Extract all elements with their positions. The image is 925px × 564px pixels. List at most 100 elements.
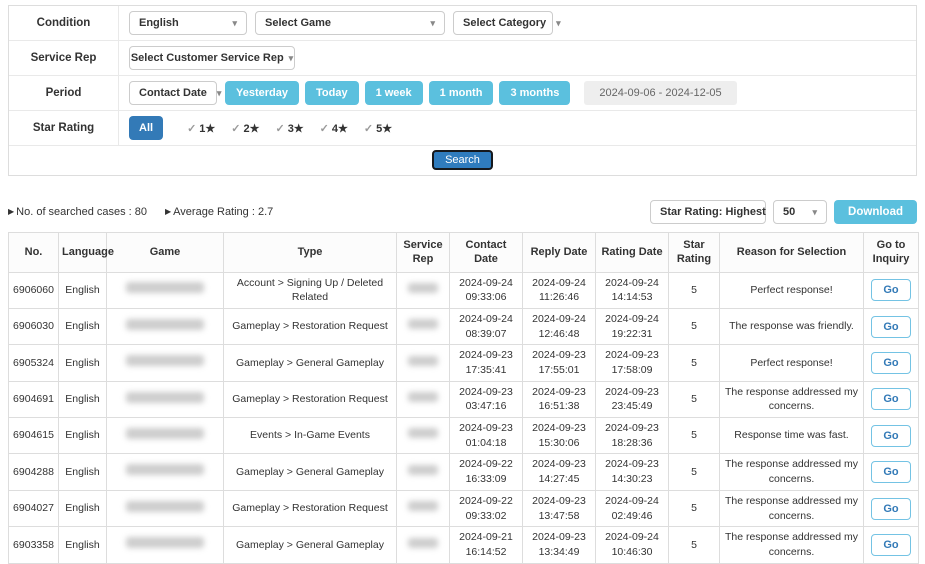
star-option-label: 5★ (376, 122, 392, 135)
go-cell: Go (864, 527, 919, 563)
star-rating-checkbox[interactable]: ✓3★ (275, 122, 303, 135)
column-header: Type (224, 233, 397, 273)
checkbox-check-icon: ✓ (320, 122, 329, 135)
period-preset-button[interactable]: 3 months (499, 81, 570, 105)
reply-date-cell: 2024-09-2411:26:46 (523, 272, 596, 308)
table-row: 6906060EnglishAccount > Signing Up / Del… (9, 272, 919, 308)
table-row: 6905324EnglishGameplay > General Gamepla… (9, 345, 919, 381)
contact-date-cell: 2024-09-2209:33:02 (450, 490, 523, 526)
time-line: 16:14:52 (454, 545, 518, 560)
go-cell: Go (864, 454, 919, 490)
go-to-inquiry-button[interactable]: Go (871, 316, 910, 338)
go-to-inquiry-button[interactable]: Go (871, 352, 910, 374)
column-header: Go to Inquiry (864, 233, 919, 273)
star-rating-cell: 5 (669, 490, 720, 526)
service-rep-row: Service Rep Select Customer Service Rep (9, 41, 916, 76)
star-rating-cell: 5 (669, 527, 720, 563)
date-line: 2024-09-22 (454, 457, 518, 472)
star-rating-checkbox[interactable]: ✓2★ (231, 122, 259, 135)
period-preset-button[interactable]: 1 month (429, 81, 494, 105)
type-cell: Gameplay > General Gameplay (224, 527, 397, 563)
date-line: 2024-09-23 (527, 385, 591, 400)
time-line: 14:27:45 (527, 472, 591, 487)
contact-date-cell: 2024-09-2303:47:16 (450, 381, 523, 417)
download-button[interactable]: Download (834, 200, 917, 224)
period-label: Period (9, 76, 119, 110)
reply-date-cell: 2024-09-2313:47:58 (523, 490, 596, 526)
date-line: 2024-09-24 (454, 312, 518, 327)
redacted-game-name (126, 537, 204, 548)
checkbox-check-icon: ✓ (275, 122, 284, 135)
inquiry-no-cell: 6906030 (9, 308, 59, 344)
go-to-inquiry-button[interactable]: Go (871, 534, 910, 556)
date-line: 2024-09-23 (600, 457, 664, 472)
star-rating-row: Star Rating All ✓1★✓2★✓3★✓4★✓5★ (9, 111, 916, 146)
language-select[interactable]: English (129, 11, 247, 35)
go-to-inquiry-button[interactable]: Go (871, 388, 910, 410)
go-cell: Go (864, 308, 919, 344)
star-rating-checkbox[interactable]: ✓4★ (320, 122, 348, 135)
redacted-service-rep-name (408, 538, 438, 548)
date-line: 2024-09-23 (527, 457, 591, 472)
game-select[interactable]: Select Game (255, 11, 445, 35)
go-cell: Go (864, 345, 919, 381)
date-type-select-value: Contact Date (139, 87, 207, 99)
type-cell: Gameplay > Restoration Request (224, 490, 397, 526)
sort-select[interactable]: Star Rating: Highest (650, 200, 766, 224)
table-row: 6904288EnglishGameplay > General Gamepla… (9, 454, 919, 490)
period-content: Contact Date YesterdayToday1 week1 month… (119, 76, 916, 110)
time-line: 11:26:46 (527, 290, 591, 305)
star-rating-cell: 5 (669, 418, 720, 454)
period-preset-button[interactable]: Today (305, 81, 359, 105)
go-to-inquiry-button[interactable]: Go (871, 279, 910, 301)
time-line: 17:58:09 (600, 363, 664, 378)
date-line: 2024-09-24 (454, 276, 518, 291)
inquiry-no-cell: 6903358 (9, 527, 59, 563)
inquiry-no-cell: 6904691 (9, 381, 59, 417)
period-preset-button[interactable]: 1 week (365, 81, 423, 105)
star-rating-checkbox[interactable]: ✓5★ (364, 122, 392, 135)
rating-date-cell: 2024-09-2317:58:09 (596, 345, 669, 381)
redacted-game-name (126, 392, 204, 403)
time-line: 14:14:53 (600, 290, 664, 305)
go-to-inquiry-button[interactable]: Go (871, 498, 910, 520)
time-line: 09:33:06 (454, 290, 518, 305)
condition-row: Condition English Select Game Select Cat… (9, 6, 916, 41)
checkbox-check-icon: ✓ (364, 122, 373, 135)
page: Condition English Select Game Select Cat… (0, 0, 925, 564)
search-button[interactable]: Search (432, 150, 493, 170)
star-rating-checkbox[interactable]: ✓1★ (187, 122, 215, 135)
language-cell: English (59, 454, 107, 490)
star-options: ✓1★✓2★✓3★✓4★✓5★ (171, 122, 392, 135)
go-to-inquiry-button[interactable]: Go (871, 425, 910, 447)
rating-date-cell: 2024-09-2419:22:31 (596, 308, 669, 344)
time-line: 16:33:09 (454, 472, 518, 487)
condition-label: Condition (9, 6, 119, 40)
column-header: Service Rep (397, 233, 450, 273)
category-select[interactable]: Select Category (453, 11, 553, 35)
game-cell (107, 272, 224, 308)
date-range-field[interactable]: 2024-09-06 - 2024-12-05 (584, 81, 736, 105)
type-cell: Account > Signing Up / Deleted Related (224, 272, 397, 308)
rating-date-cell: 2024-09-2410:46:30 (596, 527, 669, 563)
language-cell: English (59, 381, 107, 417)
game-cell (107, 527, 224, 563)
reason-cell: The response was friendly. (720, 308, 864, 344)
column-header: Reason for Selection (720, 233, 864, 273)
star-rating-label: Star Rating (9, 111, 119, 145)
star-all-button[interactable]: All (129, 116, 163, 140)
page-size-select[interactable]: 50 (773, 200, 827, 224)
time-line: 15:30:06 (527, 436, 591, 451)
customer-service-rep-select[interactable]: Select Customer Service Rep (129, 46, 295, 70)
service-rep-cell (397, 308, 450, 344)
contact-date-cell: 2024-09-2216:33:09 (450, 454, 523, 490)
time-line: 13:34:49 (527, 545, 591, 560)
service-rep-cell (397, 381, 450, 417)
star-rating-cell: 5 (669, 272, 720, 308)
inquiry-no-cell: 6906060 (9, 272, 59, 308)
go-to-inquiry-button[interactable]: Go (871, 461, 910, 483)
period-preset-button[interactable]: Yesterday (225, 81, 299, 105)
page-size-select-value: 50 (783, 206, 795, 218)
type-cell: Gameplay > General Gameplay (224, 454, 397, 490)
date-type-select[interactable]: Contact Date (129, 81, 217, 105)
